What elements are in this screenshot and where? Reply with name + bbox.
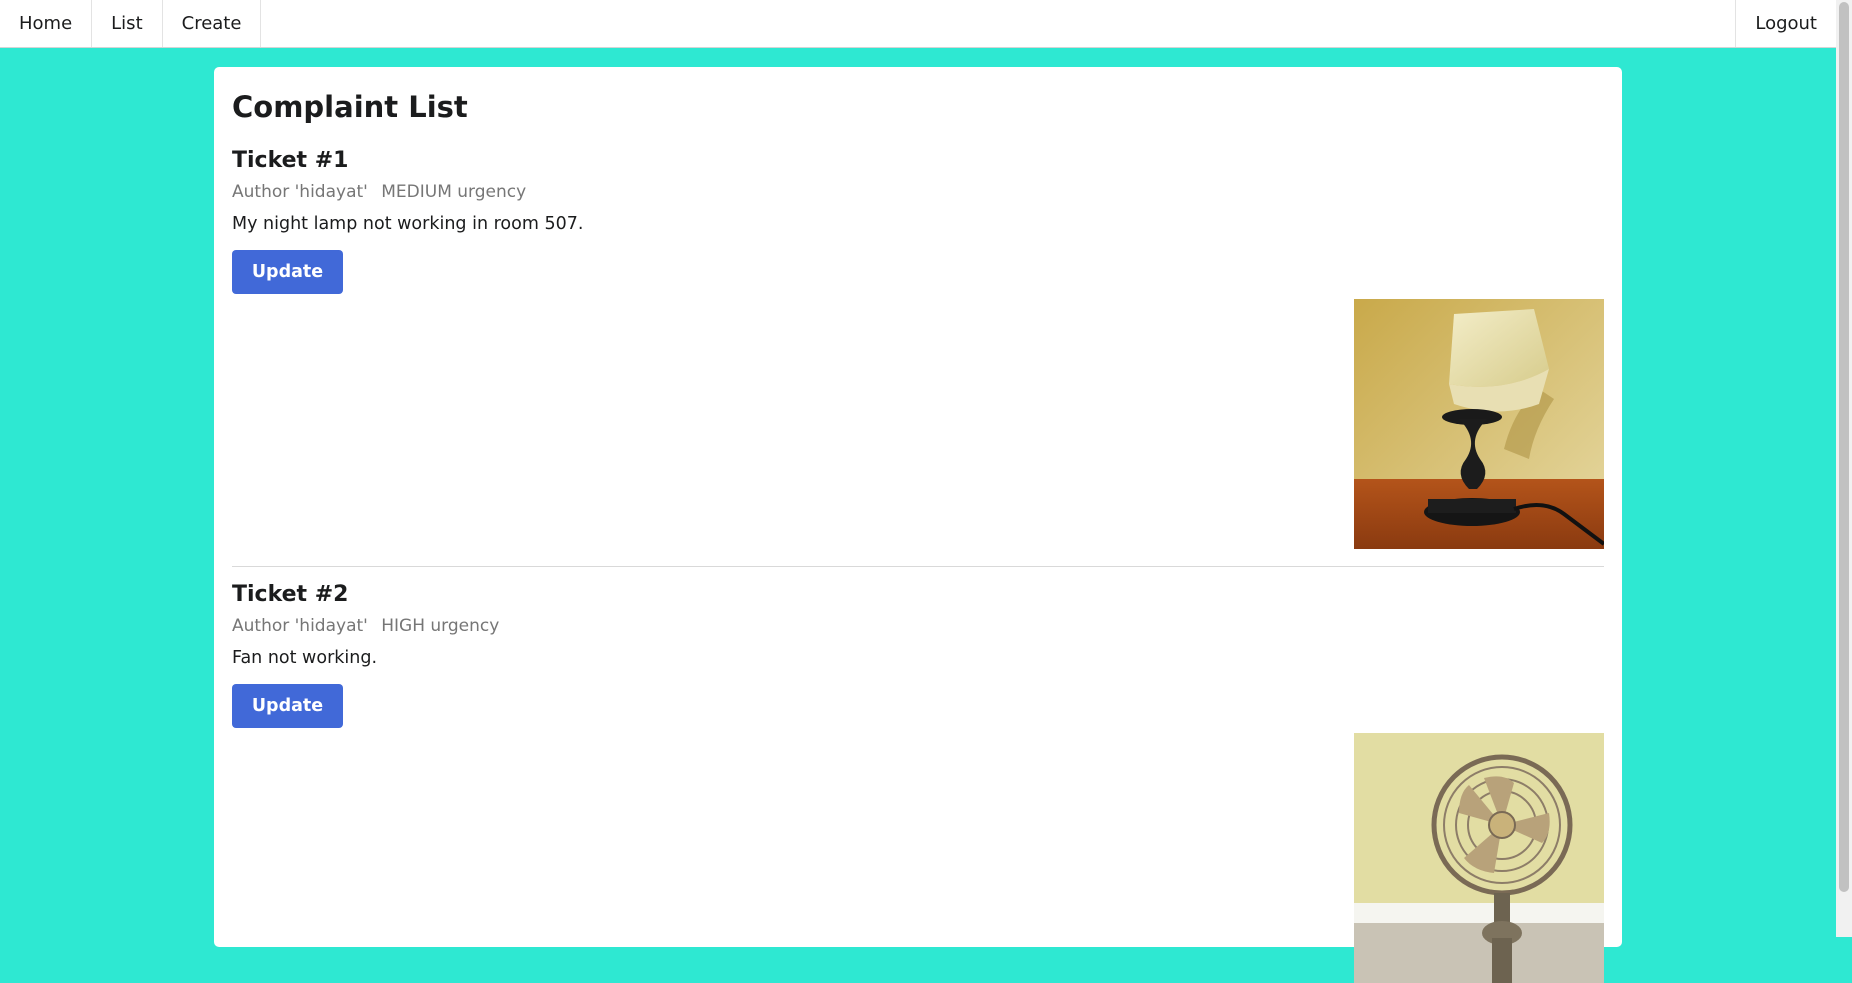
top-navigation: Home List Create Logout [0, 0, 1836, 48]
ticket-card: Ticket #2 Author 'hidayat' HIGH urgency … [232, 566, 1604, 983]
nav-logout[interactable]: Logout [1735, 0, 1836, 47]
ticket-meta: Author 'hidayat' MEDIUM urgency [232, 181, 1604, 203]
ticket-description: My night lamp not working in room 507. [232, 214, 584, 234]
ticket-photo-row [232, 733, 1604, 983]
ticket-title: Ticket #1 [232, 148, 349, 173]
ticket-title: Ticket #2 [232, 582, 349, 607]
nav-home[interactable]: Home [0, 0, 93, 47]
ticket-author: Author 'hidayat' [232, 182, 368, 202]
update-button[interactable]: Update [232, 684, 343, 728]
update-button[interactable]: Update [232, 250, 343, 294]
ticket-card: Ticket #1 Author 'hidayat' MEDIUM urgenc… [232, 147, 1604, 549]
ticket-meta: Author 'hidayat' HIGH urgency [232, 615, 1604, 637]
ticket-urgency: MEDIUM urgency [381, 182, 527, 202]
page-scrollbar[interactable] [1836, 0, 1852, 937]
page-title: Complaint List [232, 90, 468, 124]
ticket-description: Fan not working. [232, 648, 378, 668]
ticket-author: Author 'hidayat' [232, 616, 368, 636]
night-lamp-photo [1354, 299, 1604, 549]
nav-list[interactable]: List [92, 0, 163, 47]
ticket-photo-row [232, 299, 1604, 549]
nav-create[interactable]: Create [163, 0, 262, 47]
complaint-list-panel: Complaint List Ticket #1 Author 'hidayat… [214, 67, 1622, 983]
scrollbar-thumb[interactable] [1839, 2, 1849, 892]
ticket-urgency: HIGH urgency [381, 616, 500, 636]
desk-fan-photo [1354, 733, 1604, 983]
